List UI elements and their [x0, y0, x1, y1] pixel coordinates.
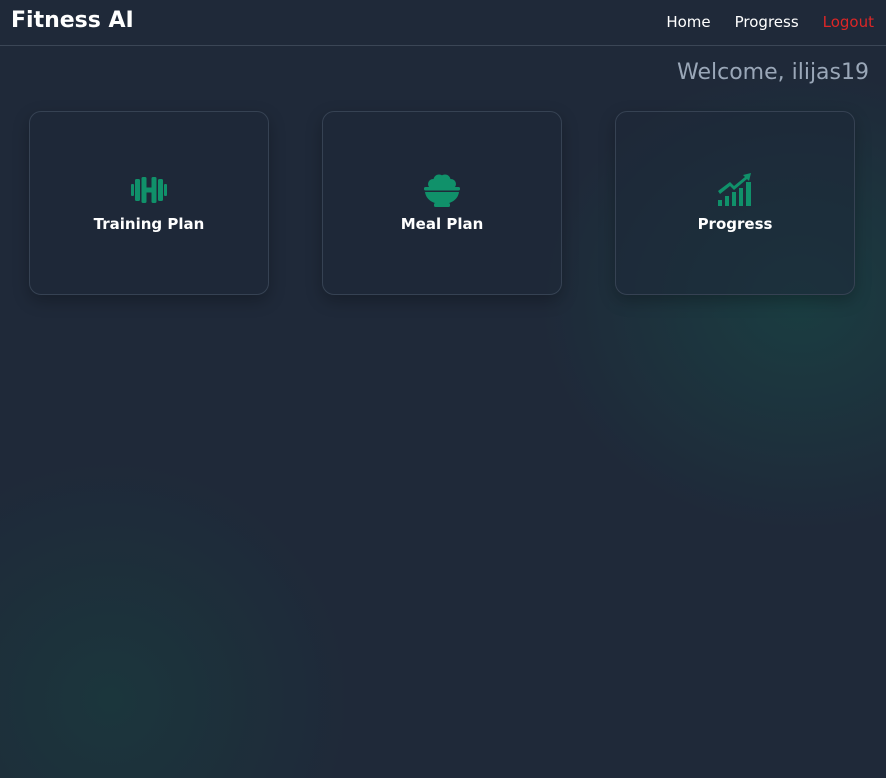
progress-card[interactable]: Progress	[615, 111, 855, 295]
welcome-message: Welcome, ilijas19	[676, 60, 869, 85]
dumbbell-icon	[131, 177, 167, 203]
bowl-food-icon	[424, 174, 460, 207]
card-label: Progress	[697, 215, 773, 233]
nav-logout-link[interactable]: Logout	[823, 13, 874, 31]
top-navbar: Fitness AI Home Progress Logout	[0, 0, 886, 46]
card-label: Meal Plan	[400, 215, 484, 233]
nav-home-link[interactable]: Home	[666, 13, 710, 31]
training-plan-card[interactable]: Training Plan	[29, 111, 269, 295]
app-brand[interactable]: Fitness AI	[11, 8, 134, 33]
chart-growth-icon	[718, 173, 751, 206]
nav-links: Home Progress Logout	[666, 13, 874, 31]
nav-progress-link[interactable]: Progress	[735, 13, 799, 31]
meal-plan-card[interactable]: Meal Plan	[322, 111, 562, 295]
card-label: Training Plan	[93, 215, 205, 233]
